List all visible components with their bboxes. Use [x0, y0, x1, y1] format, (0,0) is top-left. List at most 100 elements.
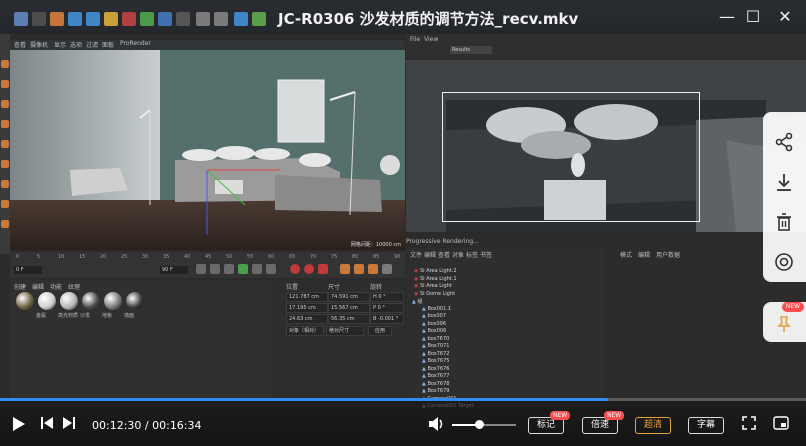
z-axis-icon[interactable]	[158, 12, 172, 26]
material-swatch[interactable]	[126, 292, 144, 310]
start-frame-field[interactable]: 0 F	[14, 266, 42, 274]
next-button[interactable]	[62, 416, 76, 434]
volume-icon[interactable]	[428, 416, 446, 434]
position-x-field[interactable]: 121.787 cm	[286, 292, 328, 302]
transform-icon[interactable]	[104, 12, 118, 26]
minimize-button[interactable]: —	[716, 6, 738, 28]
objm-menu-edit[interactable]: 编辑	[424, 250, 436, 259]
position-z-field[interactable]: 24.63 cm	[286, 314, 328, 324]
volume-slider-handle[interactable]	[474, 420, 484, 429]
objm-menu-tags[interactable]: 标签	[466, 250, 478, 259]
material-menu-create[interactable]: 创建	[14, 282, 26, 291]
material-swatch[interactable]	[16, 292, 34, 310]
rotation-p-field[interactable]: P 0 °	[370, 303, 404, 313]
objm-menu-view[interactable]: 查看	[438, 250, 450, 259]
subtitle-button[interactable]: 字幕	[688, 417, 724, 434]
tool-icon[interactable]	[1, 100, 9, 108]
close-button[interactable]: ✕	[774, 6, 796, 28]
material-swatch[interactable]	[60, 292, 78, 310]
x-axis-icon[interactable]	[122, 12, 136, 26]
tool-icon[interactable]	[1, 180, 9, 188]
end-frame-field[interactable]: 90 F	[160, 266, 188, 274]
rotation-h-field[interactable]: H 0 °	[370, 292, 404, 302]
objm-menu-bookmarks[interactable]: 书签	[480, 250, 492, 259]
keyframe-selection-icon[interactable]	[318, 264, 328, 274]
tool-icon[interactable]	[1, 160, 9, 168]
previous-frame-icon[interactable]	[224, 264, 234, 274]
target-icon[interactable]	[768, 246, 800, 278]
viewport-menu-filter[interactable]: 过滤	[86, 40, 98, 49]
tool-icon[interactable]	[1, 80, 9, 88]
go-to-start-icon[interactable]	[196, 264, 206, 274]
fullscreen-icon[interactable]	[740, 416, 758, 434]
picture-in-picture-icon[interactable]	[772, 416, 790, 434]
share-icon[interactable]	[768, 126, 800, 158]
tool-icon[interactable]	[1, 140, 9, 148]
render-view-toolbar: File View Results	[406, 34, 806, 58]
attr-menu-mode[interactable]: 模式	[620, 250, 632, 259]
coordinate-mode-dropdown[interactable]: 对象（相对）	[286, 326, 324, 336]
viewport-menu-display[interactable]: 显示	[54, 40, 66, 49]
material-menu-texture[interactable]: 纹理	[68, 282, 80, 291]
download-icon[interactable]	[768, 166, 800, 198]
scale-key-icon[interactable]	[354, 264, 364, 274]
render-icon[interactable]	[196, 12, 210, 26]
position-y-field[interactable]: 17.195 cm	[286, 303, 328, 313]
play-icon[interactable]	[238, 264, 248, 274]
viewport-menu-options[interactable]: 选项	[70, 40, 82, 49]
previous-key-icon[interactable]	[210, 264, 220, 274]
auto-key-icon[interactable]	[304, 264, 314, 274]
tool-icon[interactable]	[1, 220, 9, 228]
move-icon[interactable]	[50, 12, 64, 26]
viewport-menu-panel[interactable]: 面板	[102, 40, 114, 49]
trash-icon[interactable]	[768, 206, 800, 238]
objm-menu-object[interactable]: 对象	[452, 250, 464, 259]
render-preset-dropdown[interactable]: Results	[450, 46, 492, 54]
coordinate-system-icon[interactable]	[176, 12, 190, 26]
go-to-end-icon[interactable]	[266, 264, 276, 274]
scale-icon[interactable]	[68, 12, 82, 26]
objm-menu-file[interactable]: 文件	[410, 250, 422, 259]
record-key-icon[interactable]	[290, 264, 300, 274]
position-key-icon[interactable]	[340, 264, 350, 274]
material-swatch[interactable]	[38, 292, 56, 310]
previous-button[interactable]	[40, 416, 54, 434]
attr-menu-user-data[interactable]: 用户数据	[656, 250, 680, 259]
next-frame-icon[interactable]	[252, 264, 262, 274]
rotate-icon[interactable]	[86, 12, 100, 26]
tool-icon[interactable]	[1, 60, 9, 68]
rotation-key-icon[interactable]	[368, 264, 378, 274]
spline-icon[interactable]	[252, 12, 266, 26]
select-icon[interactable]	[32, 12, 46, 26]
render-menu-view[interactable]: View	[424, 36, 438, 43]
apply-button[interactable]: 应用	[368, 326, 392, 336]
material-menu-edit[interactable]: 编辑	[32, 282, 44, 291]
cube-icon[interactable]	[234, 12, 248, 26]
render-menu-file[interactable]: File	[410, 36, 420, 43]
render-view-icon[interactable]	[214, 12, 228, 26]
undo-icon[interactable]	[14, 12, 28, 26]
viewport-menu-camera[interactable]: 摄像机	[30, 40, 48, 49]
pin-icon[interactable]	[768, 308, 800, 340]
y-axis-icon[interactable]	[140, 12, 154, 26]
maximize-button[interactable]: ☐	[742, 6, 764, 28]
parameter-key-icon[interactable]	[382, 264, 392, 274]
viewport-menu-prorender[interactable]: ProRender	[120, 40, 151, 47]
play-button[interactable]	[10, 416, 28, 434]
size-z-field[interactable]: 56.35 cm	[328, 314, 370, 324]
material-swatch[interactable]	[82, 292, 100, 310]
attr-menu-edit[interactable]: 编辑	[638, 250, 650, 259]
size-y-field[interactable]: 15.567 cm	[328, 303, 370, 313]
viewport-menu-view[interactable]: 查看	[14, 40, 26, 49]
rotation-b-field[interactable]: B -0.001 °	[370, 314, 404, 324]
render-region-selection[interactable]	[442, 92, 700, 222]
size-x-field[interactable]: 74.591 cm	[328, 292, 370, 302]
tool-icon[interactable]	[1, 200, 9, 208]
tool-icon[interactable]	[1, 120, 9, 128]
material-swatch[interactable]	[104, 292, 122, 310]
material-menu-function[interactable]: 功能	[50, 282, 62, 291]
size-mode-dropdown[interactable]: 绝对尺寸	[326, 326, 364, 336]
quality-button[interactable]: 超清	[635, 417, 671, 434]
timeline-tick-label: 65	[289, 254, 296, 260]
3d-viewport[interactable]: 查看 摄像机 显示 选项 过滤 面板 ProRender 网格间距：10000 …	[10, 40, 405, 250]
